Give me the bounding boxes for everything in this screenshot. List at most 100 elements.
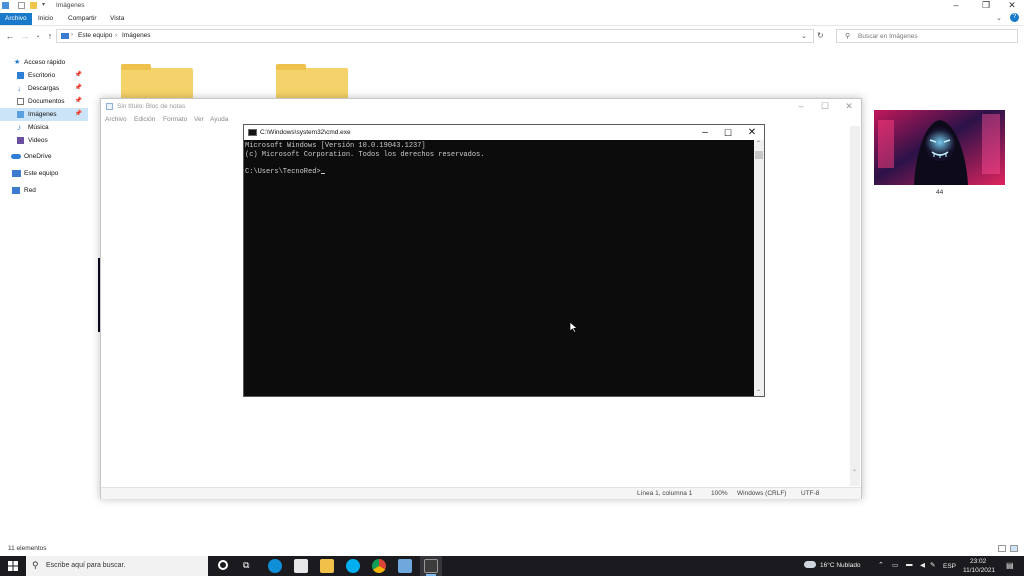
documents-icon	[17, 98, 24, 105]
ribbon-expand-icon[interactable]: ⌄	[996, 14, 1002, 22]
maximize-icon[interactable]: ❐	[976, 0, 996, 11]
menu-edicion[interactable]: Edición	[134, 116, 155, 123]
console-line: Microsoft Windows [Versión 10.0.19043.12…	[245, 142, 426, 150]
edge-icon[interactable]	[268, 559, 282, 573]
recent-locations-icon[interactable]: ⌄	[33, 30, 43, 42]
details-view-icon[interactable]	[998, 545, 1006, 552]
refresh-icon[interactable]: ↻	[817, 31, 824, 40]
skype-icon[interactable]	[346, 559, 360, 573]
clock-time[interactable]: 23:02	[970, 558, 986, 565]
calculator-icon[interactable]	[294, 559, 308, 573]
task-view-icon[interactable]: ⧉	[243, 560, 249, 571]
scroll-thumb[interactable]	[755, 151, 763, 159]
back-icon[interactable]: ←	[5, 30, 15, 42]
breadcrumb-este-equipo[interactable]: Este equipo	[78, 32, 112, 39]
up-icon[interactable]: ↑	[45, 30, 55, 42]
breadcrumb-imagenes[interactable]: Imágenes	[122, 32, 151, 39]
cloud-icon	[11, 154, 21, 159]
pin-icon: 📌	[74, 111, 82, 117]
sidebar-item-acceso-rapido[interactable]: ★ Acceso rápido	[0, 56, 88, 69]
videos-icon	[17, 137, 24, 144]
search-placeholder: Buscar en Imágenes	[858, 33, 918, 40]
cmd-window: C:\Windows\system32\cmd.exe – ☐ ✕ Micros…	[243, 124, 765, 397]
star-icon: ★	[14, 59, 21, 66]
speaker-icon[interactable]: ◀	[920, 561, 925, 569]
maximize-icon[interactable]: ☐	[813, 100, 837, 112]
sidebar-item-musica[interactable]: ♪ Música	[0, 121, 88, 134]
scroll-down-icon[interactable]: ⌄	[852, 466, 857, 473]
sidebar-item-documentos[interactable]: Documentos 📌	[0, 95, 88, 108]
search-icon: ⚲	[845, 33, 851, 40]
new-folder-icon[interactable]	[30, 2, 37, 9]
tab-archivo[interactable]: Archivo	[0, 13, 32, 25]
taskbar-search[interactable]: ⚲ Escribe aquí para buscar.	[26, 556, 208, 576]
large-icons-view-icon[interactable]	[1010, 545, 1018, 552]
minimize-icon[interactable]: –	[789, 100, 813, 112]
address-row: ← → ⌄ ↑ › Este equipo › Imágenes ⌄ ↻ ⚲ B…	[0, 27, 1024, 45]
sidebar-item-label: Acceso rápido	[24, 59, 66, 66]
cortana-icon[interactable]	[218, 560, 228, 570]
address-dropdown-icon[interactable]: ⌄	[801, 32, 807, 40]
clock-date[interactable]: 11/10/2021	[963, 567, 995, 574]
help-icon[interactable]: ?	[1010, 13, 1019, 22]
pin-icon: 📌	[74, 85, 82, 91]
show-hidden-icons-icon[interactable]: ⌃	[878, 561, 884, 569]
sidebar-item-escritorio[interactable]: Escritorio 📌	[0, 69, 88, 82]
weather-text[interactable]: 16°C Nublado	[820, 562, 861, 569]
forward-icon[interactable]: →	[20, 30, 30, 42]
zoom-level: 100%	[711, 490, 728, 497]
properties-icon[interactable]	[18, 2, 25, 9]
close-icon[interactable]: ✕	[1002, 0, 1022, 11]
hooded-figure-image	[874, 110, 1005, 185]
encoding: UTF-8	[801, 490, 820, 497]
explorer-app-icon	[2, 2, 9, 9]
quick-access-dropdown-icon[interactable]: ▾	[42, 2, 49, 9]
tab-vista[interactable]: Vista	[105, 13, 129, 25]
scroll-up-icon[interactable]: ⌃	[756, 140, 761, 147]
minimize-icon[interactable]: –	[946, 0, 966, 11]
maximize-icon[interactable]: ☐	[716, 127, 740, 139]
language-indicator[interactable]: ESP	[943, 563, 956, 570]
scroll-down-icon[interactable]: ⌄	[756, 386, 761, 393]
weather-cloud-icon[interactable]	[804, 561, 816, 568]
close-icon[interactable]: ✕	[740, 127, 764, 139]
image-thumbnail[interactable]	[874, 110, 1005, 185]
vertical-scrollbar[interactable]: ⌃ ⌄	[754, 140, 764, 396]
battery-icon[interactable]: ▬	[906, 561, 913, 568]
line-ending: Windows (CRLF)	[737, 490, 787, 497]
close-icon[interactable]: ✕	[837, 100, 861, 112]
sidebar-item-onedrive[interactable]: OneDrive	[0, 150, 88, 163]
menu-archivo[interactable]: Archivo	[105, 116, 127, 123]
start-icon[interactable]	[8, 561, 18, 571]
address-bar[interactable]: › Este equipo › Imágenes ⌄	[56, 29, 814, 43]
photos-icon[interactable]	[398, 559, 412, 573]
vertical-scrollbar[interactable]: ⌄	[850, 126, 860, 486]
folder-item[interactable]	[276, 64, 348, 100]
item-count: 11 elementos	[8, 545, 47, 552]
tab-inicio[interactable]: Inicio	[33, 13, 58, 25]
notifications-icon[interactable]: ▤	[1006, 561, 1014, 570]
menu-ver[interactable]: Ver	[194, 116, 204, 123]
minimize-icon[interactable]: –	[693, 127, 717, 139]
tab-compartir[interactable]: Compartir	[63, 13, 102, 25]
sidebar-item-este-equipo[interactable]: Este equipo	[0, 167, 88, 180]
sidebar-item-red[interactable]: Red	[0, 184, 88, 197]
menu-ayuda[interactable]: Ayuda	[210, 116, 228, 123]
sidebar-item-imagenes[interactable]: Imágenes 📌	[0, 108, 88, 121]
pin-icon: 📌	[74, 98, 82, 104]
sidebar-item-descargas[interactable]: ↓ Descargas 📌	[0, 82, 88, 95]
menu-formato[interactable]: Formato	[163, 116, 187, 123]
sidebar-item-videos[interactable]: Videos	[0, 134, 88, 147]
folder-item[interactable]	[121, 64, 193, 100]
chrome-icon[interactable]	[372, 559, 386, 573]
network-icon[interactable]: ▭	[892, 561, 898, 569]
search-input[interactable]: ⚲ Buscar en Imágenes	[836, 29, 1018, 43]
cmd-title: C:\Windows\system32\cmd.exe	[260, 129, 351, 136]
file-explorer-icon[interactable]	[320, 559, 334, 573]
console-prompt-line: C:\Users\TecnoRed>	[245, 168, 753, 177]
window-title: Imágenes	[56, 2, 85, 9]
sidebar-item-label: Documentos	[28, 98, 65, 105]
pen-icon[interactable]: ✎	[930, 561, 935, 569]
console-output[interactable]: Microsoft Windows [Versión 10.0.19043.12…	[244, 140, 754, 396]
sidebar-item-label: Descargas	[28, 85, 60, 92]
